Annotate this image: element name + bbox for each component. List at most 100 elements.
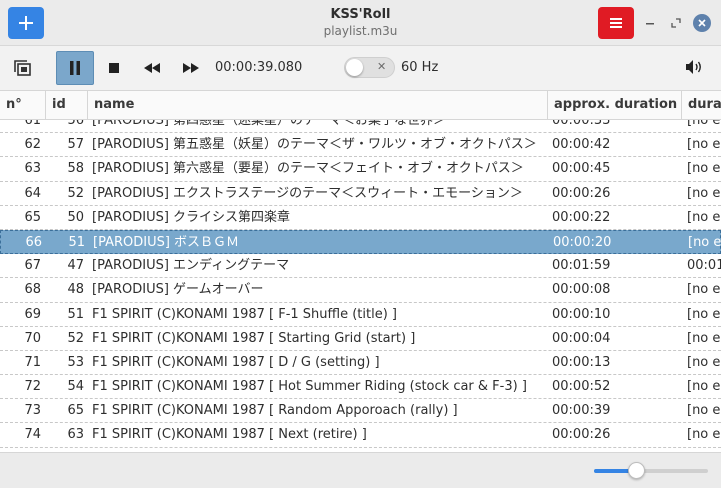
column-header-approx-duration[interactable]: approx. duration xyxy=(548,91,682,119)
cell-duration: [no en xyxy=(688,234,721,250)
cell-number: 66 xyxy=(25,234,42,250)
speaker-icon xyxy=(686,60,701,74)
cell-id: 47 xyxy=(67,258,84,274)
copy-button[interactable] xyxy=(7,53,39,83)
table-row[interactable]: 71 53 F1 SPIRIT (C)KONAMI 1987 [ D / G (se… xyxy=(0,351,721,376)
frequency-label: 60 Hz xyxy=(401,60,439,75)
cell-number: 71 xyxy=(24,354,41,370)
table-row[interactable]: 67 47 [PARODIUS] エンディングテーマ 00:01:59 00:01 xyxy=(0,254,721,279)
cell-id: 63 xyxy=(67,427,84,443)
cell-name: [PARODIUS] 第四惑星（迷菓星）のテーマ＜お菓子な世界＞ xyxy=(92,120,447,128)
cell-name: [PARODIUS] 第五惑星（妖星）のテーマ＜ザ・ワルツ・オブ・オクトパス＞ xyxy=(92,137,537,153)
close-icon xyxy=(698,19,706,27)
table-row[interactable]: 63 58 [PARODIUS] 第六惑星（要星）のテーマ＜フェイト・オブ・オクトパ… xyxy=(0,157,721,182)
cell-name: F1 SPIRIT (C)KONAMI 1987 [ Starting Grid… xyxy=(92,330,416,346)
volume-slider-handle[interactable] xyxy=(628,462,646,479)
header-bar: KSS'Roll playlist.m3u xyxy=(0,0,721,46)
cell-approx-duration: 00:00:42 xyxy=(552,137,611,153)
cell-duration: [no en xyxy=(687,330,721,346)
cell-duration: [no en xyxy=(687,282,721,298)
volume-button[interactable] xyxy=(685,59,705,77)
column-header-name[interactable]: name xyxy=(88,91,548,119)
cell-approx-duration: 00:00:04 xyxy=(552,330,611,346)
cell-approx-duration: 00:00:52 xyxy=(552,379,611,395)
cell-id: 54 xyxy=(67,379,84,395)
cell-name: F1 SPIRIT (C)KONAMI 1987 [ Next (retire)… xyxy=(92,427,367,443)
cell-duration: [no en xyxy=(687,354,721,370)
cell-id: 50 xyxy=(67,209,84,225)
table-row[interactable]: 73 65 F1 SPIRIT (C)KONAMI 1987 [ Random Ap… xyxy=(0,399,721,424)
close-button[interactable] xyxy=(693,14,711,32)
cell-name: F1 SPIRIT (C)KONAMI 1987 [ Random Apporo… xyxy=(92,403,458,419)
fast-forward-icon xyxy=(183,63,199,73)
cell-id: 51 xyxy=(67,306,84,322)
table-row[interactable]: 68 48 [PARODIUS] ゲームオーバー 00:00:08 [no en xyxy=(0,278,721,303)
maximize-button[interactable] xyxy=(667,14,685,32)
cell-approx-duration: 00:00:26 xyxy=(552,185,611,201)
cell-number: 72 xyxy=(24,379,41,395)
menu-button[interactable] xyxy=(598,7,634,39)
add-button[interactable] xyxy=(8,7,44,39)
cell-id: 65 xyxy=(67,403,84,419)
cell-approx-duration: 00:00:26 xyxy=(552,427,611,443)
column-header-id[interactable]: id xyxy=(46,91,88,119)
cell-name: F1 SPIRIT (C)KONAMI 1987 [ Hot Summer Ri… xyxy=(92,379,527,395)
cell-approx-duration: 00:00:08 xyxy=(552,282,611,298)
cell-approx-duration: 00:01:59 xyxy=(552,258,611,274)
table-row[interactable]: 69 51 F1 SPIRIT (C)KONAMI 1987 [ F-1 Shuff… xyxy=(0,303,721,327)
table-row[interactable]: 70 52 F1 SPIRIT (C)KONAMI 1987 [ Starting … xyxy=(0,327,721,351)
minimize-icon xyxy=(646,23,654,25)
table-header: n° id name approx. duration durat xyxy=(0,91,721,120)
cell-approx-duration: 00:00:45 xyxy=(552,161,611,177)
cell-number: 63 xyxy=(24,161,41,177)
toggle-off-mark: ✕ xyxy=(377,60,387,73)
cell-id: 52 xyxy=(67,185,84,201)
pause-button[interactable] xyxy=(56,51,94,85)
table-row[interactable]: 62 57 [PARODIUS] 第五惑星（妖星）のテーマ＜ザ・ワルツ・オブ・オクト… xyxy=(0,133,721,158)
cell-name: [PARODIUS] ゲームオーバー xyxy=(92,282,264,298)
hamburger-menu-icon xyxy=(610,18,622,28)
rewind-icon xyxy=(144,63,160,73)
copy-icon xyxy=(14,60,31,76)
cell-name: [PARODIUS] エンディングテーマ xyxy=(92,258,290,274)
bottom-bar xyxy=(0,453,721,488)
cell-duration: [no en xyxy=(687,306,721,322)
cell-duration: [no en xyxy=(687,137,721,153)
cell-name: F1 SPIRIT (C)KONAMI 1987 [ D / G (settin… xyxy=(92,354,380,370)
column-header-duration[interactable]: durat xyxy=(682,91,721,119)
cell-id: 52 xyxy=(67,330,84,346)
table-row[interactable]: 72 54 F1 SPIRIT (C)KONAMI 1987 [ Hot Summe… xyxy=(0,375,721,400)
table-row[interactable]: 74 63 F1 SPIRIT (C)KONAMI 1987 [ Next (ret… xyxy=(0,423,721,448)
cell-id: 57 xyxy=(67,137,84,153)
cell-approx-duration: 00:00:13 xyxy=(552,354,611,370)
table-row[interactable]: 66 51 [PARODIUS] ボスＢＧＭ 00:00:20 [no en xyxy=(0,229,721,255)
stop-icon xyxy=(109,63,119,73)
maximize-icon xyxy=(671,18,681,28)
window-title: KSS'Roll xyxy=(330,7,391,22)
cell-number: 69 xyxy=(24,306,41,322)
cell-approx-duration: 00:00:10 xyxy=(552,306,611,322)
playlist-table[interactable]: n° id name approx. duration durat 61 56 [P… xyxy=(0,90,721,453)
cell-number: 74 xyxy=(24,427,41,443)
volume-slider[interactable] xyxy=(594,462,708,479)
frequency-toggle[interactable]: ✕ xyxy=(344,57,395,78)
table-row[interactable]: 61 56 [PARODIUS] 第四惑星（迷菓星）のテーマ＜お菓子な世界＞ 00:0… xyxy=(0,120,721,134)
cell-id: 58 xyxy=(67,161,84,177)
cell-duration: [no en xyxy=(687,427,721,443)
minimize-button[interactable] xyxy=(641,14,659,32)
cell-name: [PARODIUS] ボスＢＧＭ xyxy=(93,234,240,250)
cell-duration: [no en xyxy=(687,120,721,128)
table-row[interactable]: 64 52 [PARODIUS] エクストラステージのテーマ＜スウィート・エモーショ… xyxy=(0,182,721,206)
cell-number: 70 xyxy=(24,330,41,346)
cell-id: 56 xyxy=(67,120,84,128)
pause-icon xyxy=(70,61,80,75)
cell-name: [PARODIUS] エクストラステージのテーマ＜スウィート・エモーション＞ xyxy=(92,185,523,201)
next-button[interactable] xyxy=(175,53,207,83)
previous-button[interactable] xyxy=(136,53,168,83)
stop-button[interactable] xyxy=(98,53,130,83)
cell-duration: [no en xyxy=(687,379,721,395)
cell-id: 48 xyxy=(67,282,84,298)
column-header-number[interactable]: n° xyxy=(0,91,46,119)
table-row[interactable]: 65 50 [PARODIUS] クライシス第四楽章 00:00:22 [no en xyxy=(0,206,721,230)
cell-duration: [no en xyxy=(687,185,721,201)
